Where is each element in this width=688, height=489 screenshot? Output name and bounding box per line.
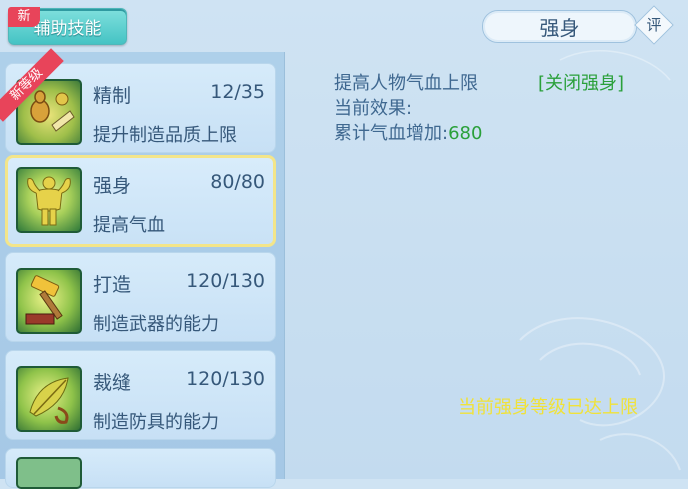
current-effect-label: 当前效果: [334,98,413,119]
skill-list-panel[interactable]: 新等级 精制 12/35 提升制造品质上限 强身 80/80 提高气血 打造 1… [0,48,285,489]
skill-row-partial[interactable] [5,448,276,489]
skill-row-body-strength[interactable]: 强身 80/80 提高气血 [5,155,276,247]
skill-name: 强身 [93,175,132,197]
muscle-man-icon [16,167,82,233]
detail-title: 强身 [539,16,580,40]
skill-description: 提高气血 [93,215,165,236]
skill-level: 120/130 [186,368,265,390]
skill-row-refine[interactable]: 新等级 精制 12/35 提升制造品质上限 [0,48,276,153]
skill-description: 制造防具的能力 [93,412,219,433]
skill-description: 制造武器的能力 [93,314,219,335]
hp-increase-label: 累计气血增加: [334,123,449,144]
skill-row-tailoring[interactable]: 裁缝 120/130 制造防具的能力 [5,350,276,440]
skill-name: 裁缝 [93,372,132,394]
skill-level: 120/130 [186,270,265,292]
skill-description: 提升制造品质上限 [93,125,237,146]
toggle-strength-link[interactable]: [关闭强身] [538,69,624,95]
partial-skill-icon [16,457,82,489]
effect-description: 提高人物气血上限 [334,73,478,94]
hp-increase-value: 680 [448,123,483,144]
skill-level: 12/35 [210,81,265,103]
hammer-icon [16,268,82,334]
leaf-needle-icon [16,366,82,432]
detail-title-plate: 强身 [482,10,637,43]
review-button-label: 评 [646,16,662,34]
hp-increase-line: 累计气血增加:680 [334,119,482,145]
auxiliary-skills-tab-label: 辅助技能 [33,19,102,39]
skill-name: 打造 [93,274,132,296]
new-tag-badge: 新 [8,7,40,27]
max-level-notice: 当前强身等级已达上限 [458,397,638,418]
skill-level: 80/80 [210,171,265,193]
skill-name: 精制 [93,85,132,107]
skill-row-forging[interactable]: 打造 120/130 制造武器的能力 [5,252,276,342]
